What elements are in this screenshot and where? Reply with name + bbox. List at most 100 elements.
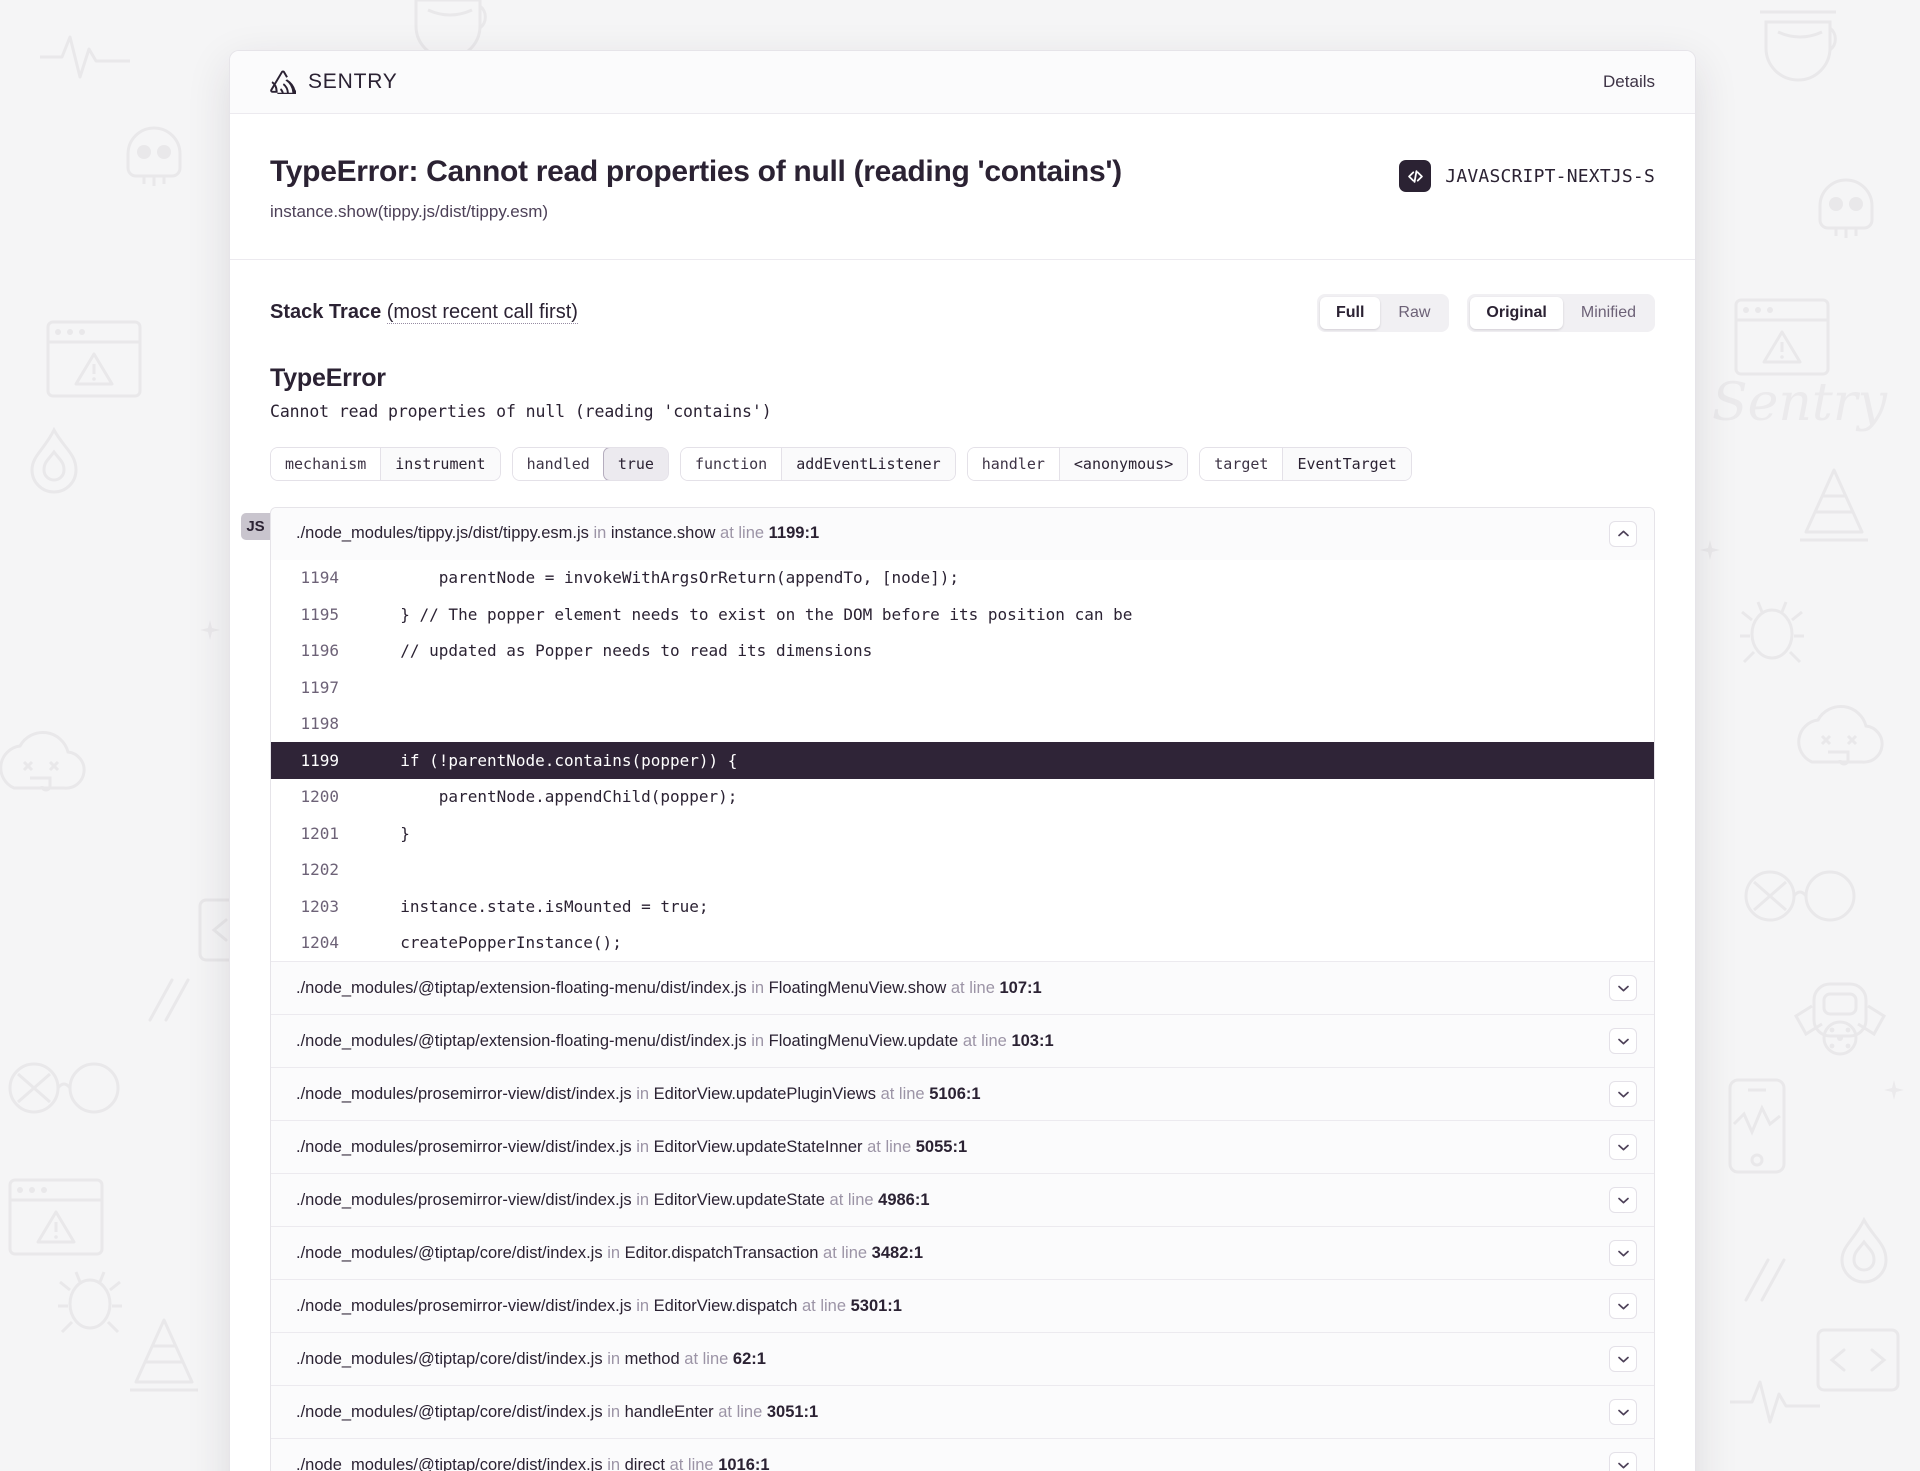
stack-frame-function: handleEnter	[624, 1402, 714, 1421]
source-line-number: 1202	[300, 860, 339, 880]
mechanism-tag[interactable]: handler <anonymous>	[966, 446, 1189, 481]
stack-frame-header[interactable]: ./node_modules/@tiptap/core/dist/index.j…	[271, 1439, 1654, 1471]
chevron-up-icon[interactable]	[1609, 520, 1637, 547]
stack-frame-filename: ./node_modules/prosemirror-view/dist/ind…	[296, 1190, 632, 1209]
stack-frame-in-word: in	[607, 1402, 621, 1421]
stack-frame-header[interactable]: ./node_modules/tippy.js/dist/tippy.esm.j…	[271, 507, 1654, 560]
issue-details-card: SENTRY Details TypeError: Cannot read pr…	[229, 50, 1696, 1471]
stack-frame-header[interactable]: ./node_modules/@tiptap/extension-floatin…	[271, 1015, 1654, 1068]
stack-frame-line-number: 107:1	[999, 978, 1042, 997]
stacktrace-ordering-hint[interactable]: (most recent call first)	[386, 301, 578, 325]
stack-frame-filename: ./node_modules/@tiptap/core/dist/index.j…	[296, 1402, 603, 1421]
stack-frame-header[interactable]: ./node_modules/prosemirror-view/dist/ind…	[271, 1280, 1654, 1333]
stack-frame: ./node_modules/tippy.js/dist/tippy.esm.j…	[271, 507, 1654, 963]
source-line: 1204 createPopperInstance();	[271, 925, 1654, 962]
chevron-down-icon[interactable]	[1609, 1399, 1637, 1426]
stack-frame-in-word: in	[607, 1455, 621, 1471]
chevron-down-icon[interactable]	[1609, 975, 1637, 1002]
stack-frame-header[interactable]: ./node_modules/prosemirror-view/dist/ind…	[271, 1174, 1654, 1227]
mechanism-tag-list: mechanism instrument handled true function ad…	[270, 446, 1655, 481]
stack-frame-at-line-label: at line	[880, 1084, 925, 1103]
stack-frame-header[interactable]: ./node_modules/@tiptap/extension-floatin…	[271, 962, 1654, 1015]
mechanism-tag[interactable]: handled true	[511, 446, 669, 481]
stack-frame-in-word: in	[607, 1349, 621, 1368]
display-mode-raw-button[interactable]: Raw	[1382, 297, 1446, 329]
stack-frame-line-number: 5055:1	[915, 1137, 968, 1156]
mechanism-tag[interactable]: mechanism instrument	[270, 446, 501, 481]
source-line-code: }	[381, 823, 410, 843]
stack-frame-header[interactable]: ./node_modules/prosemirror-view/dist/ind…	[271, 1121, 1654, 1174]
stack-frame-function: instance.show	[610, 524, 716, 543]
stack-frame-function: EditorView.updatePluginViews	[653, 1084, 876, 1103]
source-line-code: parentNode.appendChild(popper);	[381, 787, 738, 807]
stack-frame: ./node_modules/prosemirror-view/dist/ind…	[271, 1280, 1654, 1334]
source-line-code: } // The popper element needs to exist o…	[381, 604, 1133, 624]
stack-frame-line-number: 103:1	[1011, 1031, 1054, 1050]
brand-name: SENTRY	[308, 70, 398, 93]
source-line-error: 1199 if (!parentNode.contains(popper)) {	[271, 742, 1654, 779]
stack-frame-title: ./node_modules/prosemirror-view/dist/ind…	[296, 1138, 967, 1157]
stack-frame-header[interactable]: ./node_modules/prosemirror-view/dist/ind…	[271, 1068, 1654, 1121]
display-mode-toggle[interactable]: Full Raw	[1316, 293, 1450, 332]
mechanism-tag-value: <anonymous>	[1058, 447, 1188, 480]
stack-frame-function: EditorView.dispatch	[653, 1296, 798, 1315]
source-line-code: // updated as Popper needs to read its d…	[381, 641, 873, 661]
stack-frame: ./node_modules/prosemirror-view/dist/ind…	[271, 1174, 1654, 1228]
project-badge[interactable]: JAVASCRIPT-NEXTJS-S	[1399, 154, 1655, 192]
stack-frame: ./node_modules/@tiptap/core/dist/index.j…	[271, 1227, 1654, 1281]
stack-frame-title: ./node_modules/prosemirror-view/dist/ind…	[296, 1297, 902, 1316]
chevron-down-icon[interactable]	[1609, 1346, 1637, 1373]
nav-details[interactable]: Details	[1603, 72, 1655, 92]
source-mode-toggle[interactable]: Original Minified	[1467, 293, 1655, 332]
chevron-down-icon[interactable]	[1609, 1187, 1637, 1214]
mechanism-tag[interactable]: target EventTarget	[1199, 446, 1412, 481]
stack-frame-title: ./node_modules/tippy.js/dist/tippy.esm.j…	[296, 524, 819, 543]
stack-frame-title: ./node_modules/@tiptap/extension-floatin…	[296, 979, 1042, 998]
stack-frame-at-line-label: at line	[669, 1455, 714, 1471]
stack-frame-at-line-label: at line	[829, 1190, 874, 1209]
stack-frame-title: ./node_modules/@tiptap/core/dist/index.j…	[296, 1350, 766, 1369]
stack-frame-in-word: in	[607, 1243, 621, 1262]
mechanism-tag[interactable]: function addEventListener	[679, 446, 956, 481]
stack-frame-in-word: in	[636, 1296, 650, 1315]
chevron-down-icon[interactable]	[1609, 1452, 1637, 1471]
stack-frame-line-number: 62:1	[732, 1349, 766, 1368]
stack-frame-function: FloatingMenuView.show	[768, 978, 947, 997]
mechanism-tag-key: handled	[512, 447, 604, 480]
source-mode-original-button[interactable]: Original	[1470, 296, 1563, 329]
chevron-down-icon[interactable]	[1609, 1293, 1637, 1320]
stack-frame-filename: ./node_modules/@tiptap/core/dist/index.j…	[296, 1243, 603, 1262]
mechanism-tag-key: target	[1200, 447, 1283, 480]
source-line: 1200 parentNode.appendChild(popper);	[271, 779, 1654, 816]
source-line: 1203 instance.state.isMounted = true;	[271, 888, 1654, 925]
source-line: 1196 // updated as Popper needs to read …	[271, 633, 1654, 670]
stack-frame-title: ./node_modules/prosemirror-view/dist/ind…	[296, 1191, 930, 1210]
source-mode-minified-button[interactable]: Minified	[1565, 297, 1652, 329]
stack-frame-function: direct	[624, 1455, 665, 1471]
stacktrace-title-text: Stack Trace	[270, 301, 382, 324]
chevron-down-icon[interactable]	[1609, 1028, 1637, 1055]
stack-frame-header[interactable]: ./node_modules/@tiptap/core/dist/index.j…	[271, 1227, 1654, 1280]
stacktrace-title: Stack Trace (most recent call first)	[270, 301, 578, 325]
stack-frame-line-number: 5106:1	[929, 1084, 981, 1103]
chevron-down-icon[interactable]	[1609, 1081, 1637, 1108]
brand[interactable]: SENTRY	[270, 70, 398, 94]
source-line: 1201 }	[271, 815, 1654, 852]
stack-frame-header[interactable]: ./node_modules/@tiptap/core/dist/index.j…	[271, 1386, 1654, 1439]
stack-frame: ./node_modules/@tiptap/extension-floatin…	[271, 962, 1654, 1016]
stack-frame-header[interactable]: ./node_modules/@tiptap/core/dist/index.j…	[271, 1333, 1654, 1386]
stack-frame-in-word: in	[636, 1137, 650, 1156]
source-line-number: 1201	[300, 823, 339, 843]
page-title: TypeError: Cannot read properties of nul…	[270, 155, 1122, 188]
stack-frame-title: ./node_modules/@tiptap/extension-floatin…	[296, 1032, 1054, 1051]
stack-frame-function: method	[624, 1349, 680, 1368]
chevron-down-icon[interactable]	[1609, 1240, 1637, 1267]
display-mode-full-button[interactable]: Full	[1319, 296, 1381, 329]
exception-type: TypeError	[270, 363, 386, 392]
topbar: SENTRY Details	[230, 51, 1695, 114]
stack-frames-region: JS ./node_modules/tippy.js/dist/tippy.es…	[241, 506, 1655, 1471]
exception-message: Cannot read properties of null (reading …	[270, 401, 772, 421]
stack-frame-at-line-label: at line	[823, 1243, 868, 1262]
chevron-down-icon[interactable]	[1609, 1134, 1637, 1161]
stack-frame-line-number: 4986:1	[878, 1190, 930, 1209]
